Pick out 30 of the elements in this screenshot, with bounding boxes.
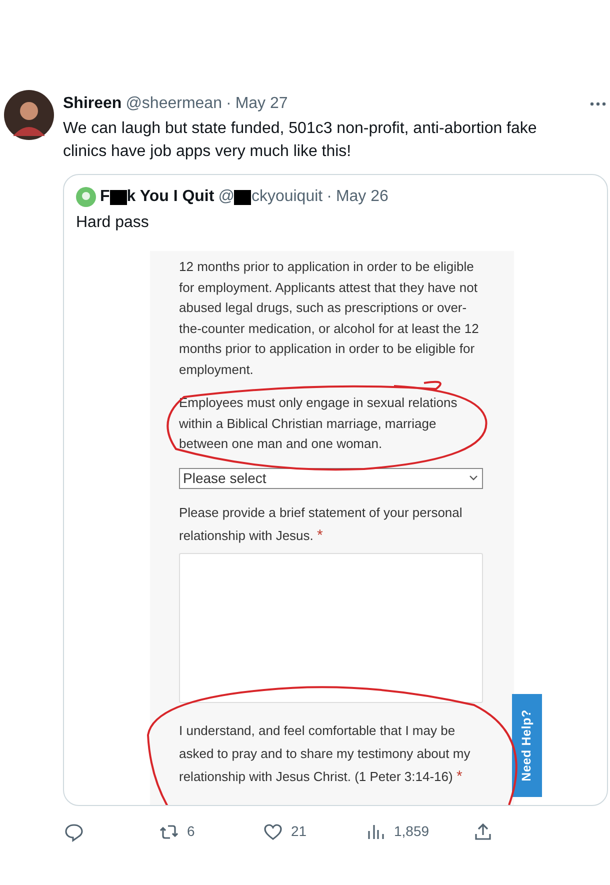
action-count: 21: [291, 822, 307, 841]
author-name[interactable]: Shireen: [63, 94, 122, 114]
redaction-bar: [110, 190, 127, 204]
quoted-author-name: F: [100, 187, 110, 207]
avatar[interactable]: [4, 90, 54, 140]
avatar: [76, 187, 96, 207]
redaction-bar: [234, 190, 252, 204]
quoted-author-handle: @: [218, 187, 234, 207]
quoted-author-handle: ckyouiquit: [251, 187, 323, 207]
action-count: 1,859: [394, 822, 430, 841]
select-dropdown[interactable]: Please select: [179, 468, 483, 488]
form-paragraph: Employees must only engage in sexual relations within a Biblical Christian marriage, marriage between one man and one woman.: [179, 394, 458, 453]
quoted-post-date: May 26: [336, 187, 388, 207]
post-text: We can laugh but state funded, 501c3 non-profit, anti-abortion fake clinics have job apps very much like this!: [63, 119, 538, 162]
author-handle[interactable]: @sheermean: [126, 94, 222, 114]
quoted-post-text: Hard pass: [75, 213, 150, 233]
quoted-author-name: k You I Quit: [126, 187, 214, 207]
separator-dot: ·: [326, 187, 332, 207]
action-count: 6: [187, 822, 195, 841]
heart-icon[interactable]: [263, 822, 283, 842]
form-paragraph: 12 months prior to application in order to be eligible for employment. Applicants attest that they have not abused legal drugs, such as prescriptions or over-the-counter medication, or alcohol for at least the 12 months prior to application in order to be eligible for employment.: [179, 258, 480, 379]
share-icon[interactable]: [473, 822, 493, 842]
more-icon[interactable]: [590, 102, 606, 106]
separator-dot: ·: [226, 94, 232, 114]
post-date[interactable]: May 27: [235, 94, 288, 114]
chevron-icon: [469, 475, 478, 481]
question-label: I understand, and feel comfortable that I may be asked to pray and to share my testimony about my relationship with Jesus Christ. (1 Peter 3:14-16) *: [179, 722, 472, 786]
reply-icon[interactable]: [64, 822, 84, 842]
question-label: Please provide a brief statement of your personal relationship with Jesus. *: [179, 504, 464, 546]
help-tab[interactable]: Need Help?: [512, 694, 542, 797]
